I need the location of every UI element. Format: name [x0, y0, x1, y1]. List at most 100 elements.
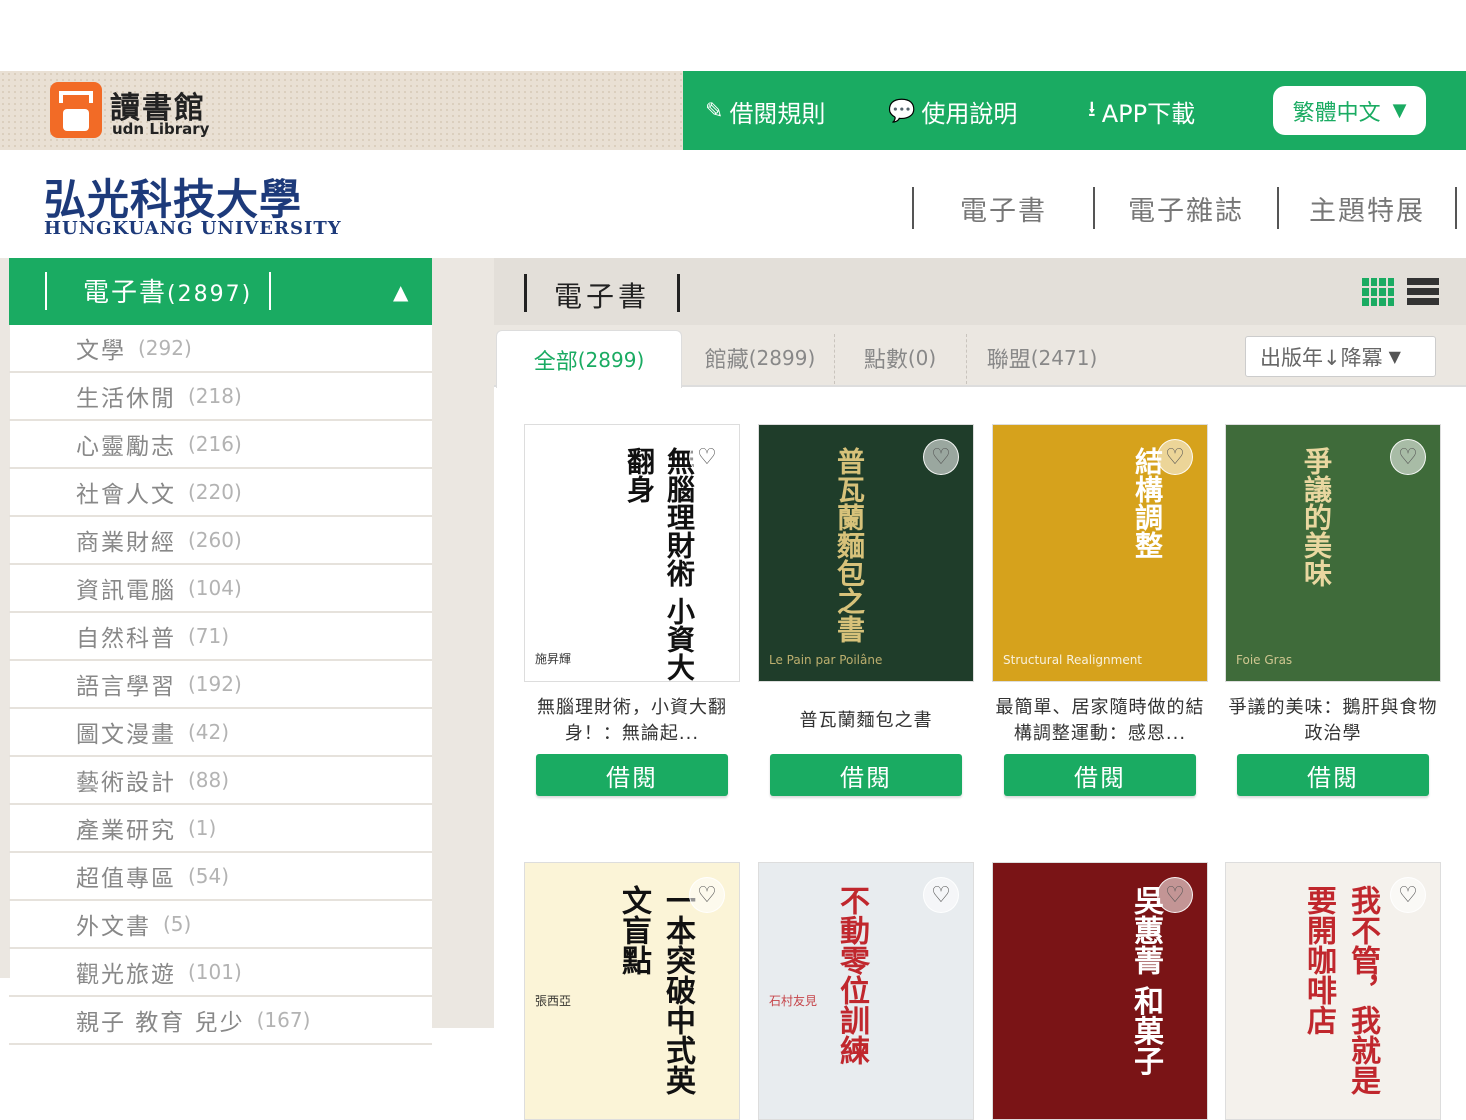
cover-title-text: 吳蕙菁 和菓子 — [1128, 885, 1163, 1076]
book-card[interactable]: 不動零位訓練 石村友見 ♡ — [758, 862, 974, 1120]
favorite-heart-icon[interactable]: ♡ — [923, 439, 959, 475]
category-name: 生活休閒 — [76, 386, 176, 412]
category-name: 自然科普 — [76, 626, 176, 652]
category-item[interactable]: 資訊電腦 (104) — [9, 565, 432, 613]
category-item[interactable]: 文學 (292) — [9, 325, 432, 373]
category-count: (101) — [188, 960, 242, 984]
book-card[interactable]: 我不管，我就是要開咖啡店 ♡ — [1225, 862, 1441, 1120]
category-count: (220) — [188, 480, 242, 504]
borrow-button[interactable]: 借閱 — [536, 754, 728, 796]
school-name-en: HUNGKUANG UNIVERSITY — [44, 218, 342, 239]
category-item[interactable]: 商業財經 (260) — [9, 517, 432, 565]
book-cover[interactable]: 無腦理財術 小資大翻身 施昇輝 ♡ — [524, 424, 740, 682]
book-cover[interactable]: 普瓦蘭麵包之書 Le Pain par Poilâne ♡ — [758, 424, 974, 682]
main-nav-ebooks[interactable]: 電子書 — [914, 189, 1093, 228]
category-item[interactable]: 語言學習 (192) — [9, 661, 432, 709]
category-item[interactable]: 外文書 (5) — [9, 901, 432, 949]
nav-app-download-label: APP下載 — [1101, 99, 1196, 128]
category-item[interactable]: 生活休閒 (218) — [9, 373, 432, 421]
book-card[interactable]: 結構調整 Structural Realignment ♡ 最簡單、居家隨時做的結構調… — [992, 424, 1208, 796]
category-item[interactable]: 社會人文 (220) — [9, 469, 432, 517]
tab-points[interactable]: 點數 (0) — [840, 330, 960, 386]
book-card[interactable]: 吳蕙菁 和菓子 ♡ — [992, 862, 1208, 1120]
book-cover[interactable]: 吳蕙菁 和菓子 ♡ — [992, 862, 1208, 1120]
content-header: 電子書 — [494, 258, 1466, 325]
language-select[interactable]: 繁體中文 ▼ — [1273, 86, 1426, 135]
category-name: 文學 — [76, 338, 126, 364]
tab-alliance[interactable]: 聯盟 (2471) — [972, 330, 1112, 386]
favorite-heart-icon[interactable]: ♡ — [1157, 877, 1193, 913]
category-count: (218) — [188, 384, 242, 408]
book-title[interactable]: 普瓦蘭麵包之書 — [758, 694, 974, 748]
category-count: (260) — [188, 528, 242, 552]
category-item[interactable]: 觀光旅遊 (101) — [9, 949, 432, 997]
tab-all[interactable]: 全部 (2899) — [496, 330, 682, 388]
book-cover[interactable]: 一本突破中式英文盲點 張西亞 ♡ — [524, 862, 740, 1120]
favorite-heart-icon[interactable]: ♡ — [923, 877, 959, 913]
nav-borrow-rules[interactable]: ✎ 借閱規則 — [705, 95, 826, 128]
category-name: 資訊電腦 — [76, 578, 176, 604]
tab-collection[interactable]: 館藏 (2899) — [690, 330, 830, 386]
book-cover[interactable]: 結構調整 Structural Realignment ♡ — [992, 424, 1208, 682]
category-list: 文學 (292) 生活休閒 (218) 心靈勵志 (216) 社會人文 (220) 商業財經 (2… — [9, 325, 432, 1045]
book-title[interactable]: 無腦理財術，小資大翻身！：無論起... — [524, 694, 740, 748]
favorite-heart-icon[interactable]: ♡ — [689, 877, 725, 913]
main-nav-emagazines[interactable]: 電子雜誌 — [1095, 189, 1277, 228]
collapse-arrow-icon[interactable]: ▲ — [393, 280, 408, 304]
category-count: (5) — [163, 912, 192, 936]
dropdown-arrow-icon: ▼ — [1388, 347, 1401, 366]
category-count: (192) — [188, 672, 242, 696]
book-card[interactable]: 普瓦蘭麵包之書 Le Pain par Poilâne ♡ 普瓦蘭麵包之書 借閱 — [758, 424, 974, 796]
download-icon: ⭳ — [1088, 97, 1096, 122]
nav-app-download[interactable]: ⭳ APP下載 — [1088, 95, 1196, 128]
category-name: 圖文漫畫 — [76, 722, 176, 748]
list-view-icon[interactable] — [1407, 278, 1439, 306]
category-count: (1) — [188, 816, 217, 840]
cover-title-text: 無腦理財術 小資大翻身 — [623, 447, 696, 681]
category-count: (54) — [188, 864, 230, 888]
cover-title-text: 普瓦蘭麵包之書 — [833, 447, 866, 643]
borrow-button[interactable]: 借閱 — [1004, 754, 1196, 796]
borrow-button[interactable]: 借閱 — [770, 754, 962, 796]
book-cover[interactable]: 不動零位訓練 石村友見 ♡ — [758, 862, 974, 1120]
book-card[interactable]: 無腦理財術 小資大翻身 施昇輝 ♡ 無腦理財術，小資大翻身！：無論起... 借閱 — [524, 424, 740, 796]
category-item[interactable]: 自然科普 (71) — [9, 613, 432, 661]
category-item[interactable]: 超值專區 (54) — [9, 853, 432, 901]
category-item[interactable]: 心靈勵志 (216) — [9, 421, 432, 469]
category-item[interactable]: 產業研究 (1) — [9, 805, 432, 853]
book-title[interactable]: 最簡單、居家隨時做的結構調整運動：感恩... — [992, 694, 1208, 748]
favorite-heart-icon[interactable]: ♡ — [689, 439, 725, 475]
logo-area[interactable]: 讀書館 udn Library — [0, 71, 683, 150]
edit-icon: ✎ — [705, 98, 724, 124]
main-nav-themes[interactable]: 主題特展 — [1279, 189, 1455, 228]
book-cover[interactable]: 我不管，我就是要開咖啡店 ♡ — [1225, 862, 1441, 1120]
category-item[interactable]: 藝術設計 (88) — [9, 757, 432, 805]
category-name: 心靈勵志 — [76, 434, 176, 460]
category-count: (292) — [138, 336, 192, 360]
category-name: 社會人文 — [76, 482, 176, 508]
cover-title-text: 我不管，我就是要開咖啡店 — [1301, 885, 1380, 1095]
cover-author-text: 張西亞 — [535, 994, 572, 1008]
nav-instructions[interactable]: 💬 使用說明 — [888, 95, 1018, 128]
favorite-heart-icon[interactable]: ♡ — [1157, 439, 1193, 475]
content-heading: 電子書 — [554, 280, 651, 313]
category-name: 產業研究 — [76, 818, 176, 844]
category-name: 外文書 — [76, 914, 151, 940]
book-card[interactable]: 一本突破中式英文盲點 張西亞 ♡ — [524, 862, 740, 1120]
nav-borrow-rules-label: 借閱規則 — [729, 99, 826, 128]
category-item[interactable]: 圖文漫畫 (42) — [9, 709, 432, 757]
category-count: (42) — [188, 720, 230, 744]
nav-instructions-label: 使用說明 — [921, 99, 1018, 128]
sort-select[interactable]: 出版年↓降冪 ▼ — [1245, 336, 1436, 377]
book-card[interactable]: 爭議的美味 Foie Gras ♡ 爭議的美味：鵝肝與食物政治學借閱 — [1225, 424, 1441, 796]
language-label: 繁體中文 — [1292, 100, 1381, 126]
favorite-heart-icon[interactable]: ♡ — [1390, 877, 1426, 913]
category-name: 藝術設計 — [76, 770, 176, 796]
category-item[interactable]: 親子 教育 兒少 (167) — [9, 997, 432, 1045]
sidebar-category-header[interactable]: 電子書(2897) ▲ — [9, 258, 432, 325]
book-cover[interactable]: 爭議的美味 Foie Gras ♡ — [1225, 424, 1441, 682]
grid-view-icon[interactable] — [1362, 278, 1394, 306]
borrow-button[interactable]: 借閱 — [1237, 754, 1429, 796]
favorite-heart-icon[interactable]: ♡ — [1390, 439, 1426, 475]
book-title[interactable]: 爭議的美味：鵝肝與食物政治學 — [1225, 694, 1441, 748]
